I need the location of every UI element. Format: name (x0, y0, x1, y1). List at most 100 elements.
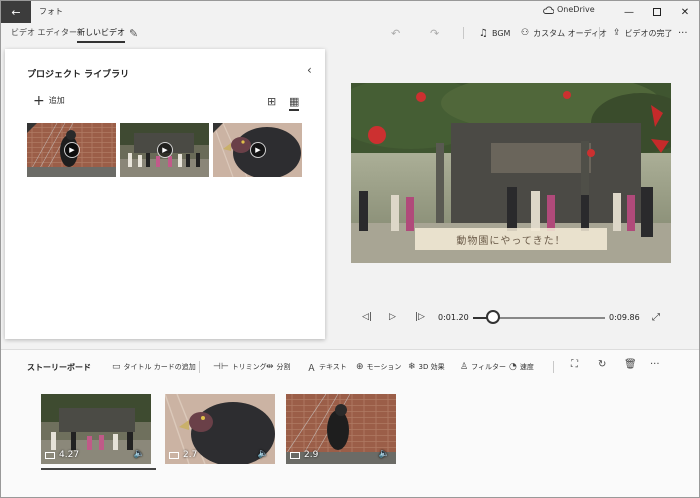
storyboard-clip[interactable]: 2.9 🔈 (286, 394, 396, 464)
clip-frame-icon (169, 451, 179, 459)
project-name[interactable]: 新しいビデオ (77, 27, 125, 43)
photos-window: ← フォト OneDrive — ✕ ビデオ エディター › 新しいビデオ ✎ … (0, 0, 700, 498)
add-title-card-label: タイトル カードの追加 (123, 363, 196, 371)
bgm-label: BGM (491, 28, 511, 38)
clip-frame-icon (45, 451, 55, 459)
motion-icon: ⊕ (356, 362, 364, 372)
project-library-panel: プロジェクト ライブラリ ‹ + 追加 ⊞ ▦ ▶ ▶ ▶ (5, 49, 325, 339)
maximize-icon (653, 8, 661, 16)
title-bar: ← フォト OneDrive — ✕ (1, 1, 699, 23)
storyboard-title: ストーリーボード (27, 363, 91, 372)
cloud-icon (543, 6, 554, 14)
3d-effects-label: 3D 効果 (418, 363, 445, 371)
speed-button[interactable]: ◔ 速度 (509, 361, 534, 373)
delete-icon[interactable]: 🗑 (624, 359, 637, 370)
custom-audio-button[interactable]: ⚇ カスタム オーディオ (521, 26, 607, 40)
storyboard-divider (553, 361, 554, 373)
motion-label: モーション (366, 363, 402, 371)
close-icon: ✕ (680, 6, 690, 18)
library-title: プロジェクト ライブラリ (27, 70, 130, 80)
text-label: テキスト (319, 363, 347, 371)
finish-video-button[interactable]: ⇪ ビデオの完了 (613, 26, 673, 40)
next-frame-icon[interactable]: |▷ (415, 312, 425, 322)
volume-icon[interactable]: 🔈 (258, 449, 269, 459)
speed-icon: ◔ (509, 362, 517, 372)
pencil-icon[interactable]: ✎ (129, 25, 138, 41)
storyboard-clip[interactable]: 2.7 🔈 (165, 394, 275, 464)
export-icon: ⇪ (613, 28, 621, 38)
split-icon: ⇹ (266, 362, 274, 372)
play-icon: ▶ (156, 142, 173, 158)
redo-icon[interactable]: ↷ (430, 25, 439, 41)
music-note-icon: ♫ (479, 27, 488, 39)
library-thumbnail[interactable]: ▶ (213, 123, 302, 177)
trim-label: トリミング (231, 363, 267, 371)
clip-frame-icon (290, 451, 300, 459)
clip-duration-value: 2.9 (304, 450, 319, 460)
volume-icon[interactable]: 🔈 (134, 449, 145, 459)
finish-video-label: ビデオの完了 (624, 28, 673, 38)
library-thumbnail[interactable]: ▶ (27, 123, 116, 177)
custom-audio-label: カスタム オーディオ (533, 28, 608, 38)
person-audio-icon: ⚇ (521, 28, 530, 38)
selected-clip-indicator (41, 468, 156, 470)
back-button[interactable]: ← (1, 1, 31, 23)
grid-small-view-icon[interactable]: ▦ (289, 95, 300, 111)
previous-frame-icon[interactable]: ◁| (362, 312, 372, 322)
collapse-panel-icon[interactable]: ‹ (307, 63, 312, 77)
clip-duration: 2.9 (290, 450, 318, 460)
onedrive-status[interactable]: OneDrive (543, 5, 595, 14)
chevron-right-icon: › (65, 27, 69, 36)
filter-label: フィルター (471, 363, 506, 371)
maximize-button[interactable] (642, 1, 672, 23)
split-label: 分割 (276, 363, 291, 371)
storyboard-divider (199, 361, 200, 373)
crop-icon[interactable]: ⛶ (571, 359, 578, 370)
app-title: フォト (39, 7, 63, 16)
3d-effects-icon: ❄ (408, 362, 416, 372)
speed-label: 速度 (519, 363, 534, 371)
add-label: 追加 (48, 96, 65, 105)
motion-button[interactable]: ⊕ モーション (356, 361, 401, 373)
add-title-card-button[interactable]: ▭ タイトル カードの追加 (112, 361, 196, 373)
clip-duration-value: 4.27 (59, 450, 80, 460)
close-button[interactable]: ✕ (670, 1, 699, 23)
minimize-button[interactable]: — (614, 1, 644, 23)
filter-button[interactable]: ♙ フィルター (460, 361, 506, 373)
toolbar-divider (599, 27, 600, 39)
undo-icon[interactable]: ↶ (391, 25, 400, 41)
library-thumbnail[interactable]: ▶ (120, 123, 209, 177)
onedrive-label: OneDrive (557, 5, 595, 14)
minimize-icon: — (624, 6, 634, 18)
split-button[interactable]: ⇹ 分割 (266, 361, 291, 373)
toolbar-divider (463, 27, 464, 39)
total-time: 0:09.86 (609, 313, 640, 322)
filter-icon: ♙ (460, 362, 469, 372)
storyboard-clip[interactable]: 4.27 🔈 (41, 394, 151, 464)
text-button[interactable]: Ａ テキスト (307, 361, 347, 374)
title-card-icon: ▭ (112, 362, 121, 372)
add-media-button[interactable]: + 追加 (33, 94, 65, 108)
trim-button[interactable]: ⊣⊢ トリミング (213, 361, 267, 373)
fullscreen-icon[interactable]: ⤢ (652, 312, 660, 323)
back-arrow-icon: ← (11, 5, 21, 19)
volume-icon[interactable]: 🔈 (379, 449, 390, 459)
video-preview[interactable]: 動物園にやってきた！ (351, 83, 671, 263)
play-icon: ▶ (63, 142, 80, 158)
current-time: 0:01.20 (438, 313, 469, 322)
clip-duration: 4.27 (45, 450, 79, 460)
corner-marker (27, 123, 37, 133)
clip-duration-value: 2.7 (183, 450, 198, 460)
clip-duration: 2.7 (169, 450, 197, 460)
text-icon: Ａ (307, 363, 317, 374)
more-icon[interactable]: ··· (678, 25, 688, 41)
trim-icon: ⊣⊢ (213, 362, 229, 372)
rotate-icon[interactable]: ↻ (598, 359, 606, 370)
grid-large-view-icon[interactable]: ⊞ (267, 95, 276, 108)
3d-effects-button[interactable]: ❄ 3D 効果 (408, 361, 445, 373)
play-icon: ▶ (249, 142, 266, 158)
more-options-icon[interactable]: ··· (650, 359, 660, 370)
seek-thumb[interactable] (486, 310, 500, 324)
bgm-button[interactable]: ♫ BGM (479, 26, 510, 40)
play-button-icon[interactable]: ▷ (389, 312, 396, 322)
